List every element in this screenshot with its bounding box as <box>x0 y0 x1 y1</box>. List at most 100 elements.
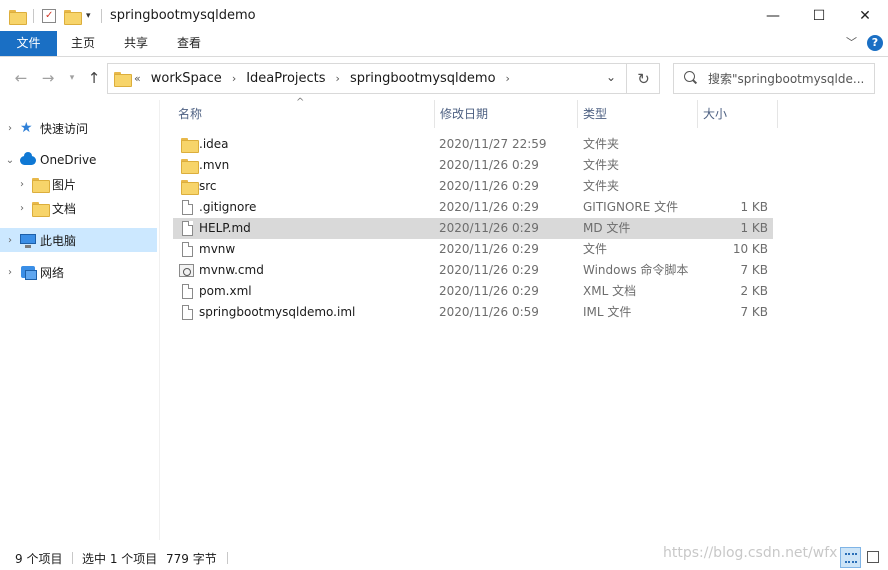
file-size <box>693 176 768 197</box>
file-date: 2020/11/26 0:29 <box>439 179 539 193</box>
column-divider[interactable] <box>777 100 778 128</box>
ribbon: 文件 主页 共享 查看 ﹀ ? <box>0 31 888 57</box>
table-row[interactable]: .idea 2020/11/27 22:59 文件夹 <box>173 134 773 155</box>
nav-item-onedrive[interactable]: ⌄ OneDrive <box>0 148 157 172</box>
breadcrumb-workspace[interactable]: workSpace <box>147 71 226 86</box>
tab-view[interactable]: 查看 <box>163 31 215 56</box>
file-date: 2020/11/26 0:29 <box>439 242 539 256</box>
chevron-right-icon[interactable]: › <box>12 203 32 214</box>
file-date: 2020/11/26 0:29 <box>439 221 539 235</box>
chevron-down-icon[interactable]: ⌄ <box>0 155 20 166</box>
tab-file[interactable]: 文件 <box>0 31 57 56</box>
breadcrumb-ideaprojects[interactable]: IdeaProjects <box>242 71 329 86</box>
file-name: mvnw <box>199 242 236 256</box>
separator <box>227 552 228 564</box>
file-size: 10 KB <box>732 242 768 256</box>
recent-locations-dropdown[interactable]: ▾ <box>63 69 81 87</box>
large-icons-view-button[interactable] <box>863 547 884 568</box>
file-date: 2020/11/26 0:29 <box>439 263 539 277</box>
separator <box>101 9 102 23</box>
folder-icon <box>181 159 199 174</box>
nav-item-quick-access[interactable]: › ★ 快速访问 <box>0 116 157 140</box>
file-size: 7 KB <box>740 305 768 319</box>
quick-access-toolbar <box>9 6 27 26</box>
chevron-right-icon[interactable]: › <box>0 123 20 134</box>
folder-icon[interactable] <box>9 9 27 25</box>
details-view-icon <box>845 553 857 563</box>
file-type: Windows 命令脚本 <box>583 263 689 277</box>
chevron-right-icon[interactable]: › <box>330 72 346 85</box>
file-size: 1 KB <box>740 200 768 214</box>
customize-qa-dropdown[interactable]: ▾ <box>86 6 91 26</box>
table-row[interactable]: springbootmysqldemo.iml 2020/11/26 0:59 … <box>173 302 773 323</box>
tab-home[interactable]: 主页 <box>57 31 109 56</box>
properties-icon[interactable]: ✓ <box>42 9 56 23</box>
overflow-chevron-icon[interactable]: « <box>134 72 147 85</box>
refresh-icon[interactable]: ↻ <box>626 63 660 94</box>
title-bar: ✓ ▾ springbootmysqldemo — ☐ ✕ <box>0 0 888 31</box>
back-arrow-icon[interactable]: ← <box>12 69 30 87</box>
minimize-button[interactable]: — <box>750 0 796 31</box>
column-header-type[interactable]: 类型 <box>577 100 697 128</box>
column-header-size[interactable]: 大小 <box>697 100 777 128</box>
search-input[interactable] <box>708 70 870 88</box>
address-bar[interactable]: « workSpace › IdeaProjects › springbootm… <box>107 63 660 94</box>
file-type: 文件夹 <box>583 158 620 172</box>
nav-item-label: 网络 <box>40 265 65 280</box>
forward-arrow-icon[interactable]: → <box>39 69 57 87</box>
chevron-down-icon[interactable]: ﹀ <box>846 34 857 50</box>
window-title: springbootmysqldemo <box>110 8 256 23</box>
nav-item-this-pc[interactable]: › 此电脑 <box>0 228 157 252</box>
file-size: 1 KB <box>740 221 768 235</box>
table-row[interactable]: .gitignore 2020/11/26 0:29 GITIGNORE 文件 … <box>173 197 773 218</box>
maximize-button[interactable]: ☐ <box>796 0 842 31</box>
new-folder-qa[interactable] <box>64 6 82 26</box>
file-name: HELP.md <box>199 221 251 235</box>
navigation-pane: › ★ 快速访问 ⌄ OneDrive › 图片 › 文档 › 此电脑 › 网络 <box>0 100 160 540</box>
file-name: .mvn <box>199 158 230 172</box>
chevron-right-icon[interactable]: › <box>0 267 20 278</box>
column-header-name[interactable]: 名称 <box>172 100 434 128</box>
table-row[interactable]: src 2020/11/26 0:29 文件夹 <box>173 176 773 197</box>
file-type: 文件夹 <box>583 137 620 151</box>
details-view-button[interactable] <box>840 547 861 568</box>
table-row-selected[interactable]: HELP.md 2020/11/26 0:29 MD 文件 1 KB <box>173 218 773 239</box>
file-name: .gitignore <box>199 200 257 214</box>
search-box[interactable] <box>673 63 875 94</box>
tab-share[interactable]: 共享 <box>110 31 162 56</box>
navigation-bar: ← → ▾ ↑ « workSpace › IdeaProjects › spr… <box>0 57 888 100</box>
file-type: IML 文件 <box>583 305 632 319</box>
file-date: 2020/11/26 0:29 <box>439 200 539 214</box>
file-type: 文件夹 <box>583 179 620 193</box>
file-date: 2020/11/26 0:29 <box>439 284 539 298</box>
chevron-right-icon[interactable]: › <box>226 72 242 85</box>
new-folder-icon[interactable] <box>64 9 82 25</box>
help-icon[interactable]: ? <box>867 35 883 51</box>
script-icon <box>179 264 194 277</box>
nav-item-network[interactable]: › 网络 <box>0 260 157 284</box>
properties-qa[interactable]: ✓ <box>42 6 56 26</box>
status-bar: 9 个项目 选中 1 个项目 779 字节 https://blog.csdn.… <box>0 545 888 570</box>
nav-item-pictures[interactable]: › 图片 <box>0 172 157 196</box>
item-count: 9 个项目 <box>15 552 63 566</box>
table-row[interactable]: .mvn 2020/11/26 0:29 文件夹 <box>173 155 773 176</box>
close-button[interactable]: ✕ <box>842 0 888 31</box>
file-type: 文件 <box>583 242 608 256</box>
file-type: MD 文件 <box>583 221 631 235</box>
up-arrow-icon[interactable]: ↑ <box>85 69 103 87</box>
file-date: 2020/11/26 0:29 <box>439 158 539 172</box>
folder-icon <box>114 72 132 87</box>
table-row[interactable]: pom.xml 2020/11/26 0:29 XML 文档 2 KB <box>173 281 773 302</box>
breadcrumb-springbootmysqldemo[interactable]: springbootmysqldemo <box>346 71 500 86</box>
nav-item-documents[interactable]: › 文档 <box>0 196 157 220</box>
table-row[interactable]: mvnw.cmd 2020/11/26 0:29 Windows 命令脚本 7 … <box>173 260 773 281</box>
chevron-right-icon[interactable]: › <box>500 72 516 85</box>
chevron-right-icon[interactable]: › <box>12 179 32 190</box>
file-type: GITIGNORE 文件 <box>583 200 679 214</box>
separator <box>72 552 73 564</box>
address-history-dropdown[interactable]: ⌄ <box>602 70 620 88</box>
chevron-right-icon[interactable]: › <box>0 235 20 246</box>
column-header-date[interactable]: 修改日期 <box>434 100 577 128</box>
table-row[interactable]: mvnw 2020/11/26 0:29 文件 10 KB <box>173 239 773 260</box>
selection-size: 779 字节 <box>166 552 217 566</box>
